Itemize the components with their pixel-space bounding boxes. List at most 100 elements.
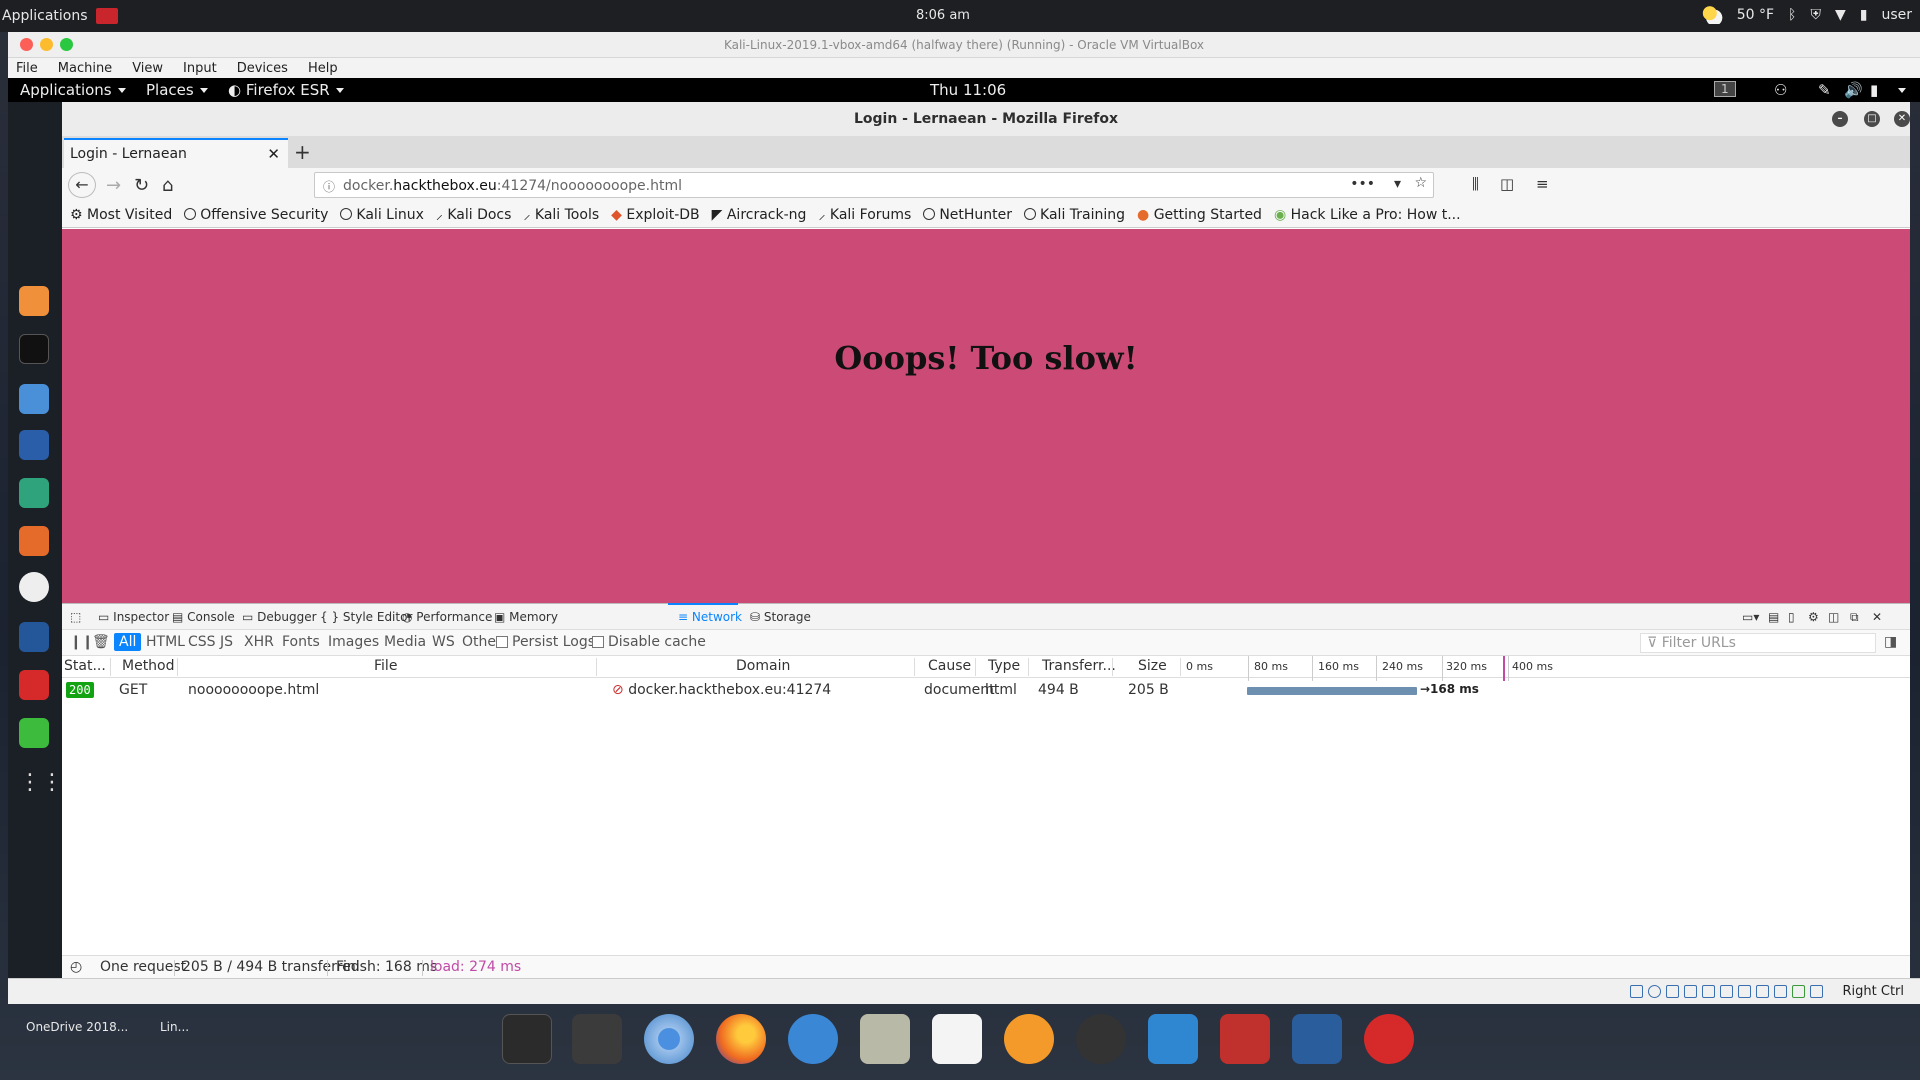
undock-icon[interactable]: ⧉ <box>1850 610 1859 625</box>
performance-analysis-icon[interactable]: ◴ <box>70 959 82 975</box>
mouse-integration-icon[interactable] <box>1792 985 1805 998</box>
dock-options-icon[interactable]: ▭▾ <box>1742 610 1759 624</box>
leafpad-launcher-icon[interactable] <box>19 718 49 748</box>
bookmark-kali-tools[interactable]: ⸝ Kali Tools <box>523 205 599 224</box>
bookmark-kali-docs[interactable]: ⸝ Kali Docs <box>436 205 512 224</box>
maximize-icon[interactable]: □ <box>1864 111 1880 127</box>
kali-places-menu[interactable]: Places <box>146 81 208 99</box>
filter-urls-input[interactable]: ⊽ Filter URLs <box>1640 633 1876 653</box>
tab-inspector[interactable]: ▭ Inspector <box>98 610 169 624</box>
filter-html[interactable]: HTML <box>146 634 185 650</box>
dock-side-icon[interactable]: ◫ <box>1828 610 1839 624</box>
armitage-launcher-icon[interactable] <box>19 478 49 508</box>
table-row[interactable]: 200 GET noooooooope.html ⊘ docker.hackth… <box>62 679 1910 701</box>
page-actions-icon[interactable]: ••• <box>1350 176 1375 192</box>
col-cause[interactable]: Cause <box>928 658 971 674</box>
tab-login-lernaean[interactable]: Login - Lernaean ✕ <box>64 138 288 168</box>
back-button[interactable]: ← <box>68 172 96 198</box>
hamburger-menu-icon[interactable]: ≡ <box>1536 175 1549 193</box>
close-devtools-icon[interactable]: ✕ <box>1872 610 1882 624</box>
archive-manager-dock-icon[interactable] <box>860 1014 910 1064</box>
minimize-icon[interactable]: – <box>1832 111 1848 127</box>
battery-icon[interactable]: ▮ <box>1870 81 1878 99</box>
col-file[interactable]: File <box>374 658 397 674</box>
tab-network[interactable]: ≡ Network <box>678 610 742 624</box>
trash-dock-icon[interactable] <box>1220 1014 1270 1064</box>
sublime-text-dock-icon[interactable] <box>572 1014 622 1064</box>
menu-input[interactable]: Input <box>183 61 217 76</box>
col-transferred[interactable]: Transferr... <box>1042 658 1116 674</box>
faraday-launcher-icon[interactable] <box>19 670 49 700</box>
bookmark-star-icon[interactable]: ☆ <box>1414 175 1427 191</box>
col-method[interactable]: Method <box>122 658 175 674</box>
bookmark-aircrack-ng[interactable]: ◤ Aircrack-ng <box>712 207 807 223</box>
col-size[interactable]: Size <box>1138 658 1167 674</box>
network-icon[interactable]: ⚇ <box>1774 81 1787 99</box>
pocket-icon[interactable]: ▾ <box>1394 176 1401 192</box>
chromium-dock-icon[interactable] <box>644 1014 694 1064</box>
library-icon[interactable]: ⫼ <box>1472 175 1479 193</box>
weather-temperature[interactable]: 50 °F <box>1737 7 1774 23</box>
desktop-item-onedrive[interactable]: OneDrive 2018... <box>26 1020 128 1034</box>
filter-ws[interactable]: WS <box>432 634 455 650</box>
tab-style-editor[interactable]: { } Style Editor <box>320 610 412 624</box>
user-menu[interactable]: user <box>1881 7 1912 23</box>
home-button[interactable]: ⌂ <box>162 175 173 196</box>
battery-icon[interactable]: ▮ <box>1860 7 1868 23</box>
maltego-launcher-icon[interactable] <box>19 572 49 602</box>
usb-icon[interactable] <box>1702 985 1715 998</box>
bookmark-kali-linux[interactable]: Kali Linux <box>340 207 424 223</box>
bookmark-kali-forums[interactable]: ⸝ Kali Forums <box>818 205 911 224</box>
firefox-dock-icon[interactable] <box>716 1014 766 1064</box>
wifi-icon[interactable]: ▼ <box>1835 7 1846 23</box>
filter-media[interactable]: Media <box>384 634 426 650</box>
files-launcher-icon[interactable] <box>19 384 49 414</box>
cpu-icon[interactable] <box>1774 985 1787 998</box>
rhythmbox-dock-icon[interactable] <box>1076 1014 1126 1064</box>
menu-file[interactable]: File <box>16 61 38 76</box>
split-console-icon[interactable]: ▤ <box>1768 610 1779 624</box>
optical-drive-icon[interactable] <box>1648 985 1661 998</box>
filter-js[interactable]: JS <box>220 634 233 650</box>
bookmark-exploit-db[interactable]: ◆ Exploit-DB <box>611 207 700 223</box>
beef-launcher-icon[interactable] <box>19 622 49 652</box>
terminal-launcher-icon[interactable] <box>19 334 49 364</box>
menu-help[interactable]: Help <box>308 61 338 76</box>
document-viewer-dock-icon[interactable] <box>932 1014 982 1064</box>
bookmark-hack-like-a-pro[interactable]: ◉ Hack Like a Pro: How t... <box>1274 207 1461 223</box>
recording-icon[interactable] <box>1756 985 1769 998</box>
system-monitor-dock-icon[interactable] <box>1292 1014 1342 1064</box>
host-applications-menu[interactable]: Applications <box>2 8 88 24</box>
kali-app-menu[interactable]: ◐ Firefox ESR <box>228 81 344 99</box>
network-adapter-icon[interactable] <box>1684 985 1697 998</box>
virtualbox-dock-icon[interactable] <box>1364 1014 1414 1064</box>
display-icon[interactable] <box>1738 985 1751 998</box>
bookmark-kali-training[interactable]: Kali Training <box>1024 207 1125 223</box>
volume-icon[interactable]: 🔊 <box>1844 81 1863 99</box>
settings-gear-icon[interactable]: ⚙ <box>1808 610 1819 624</box>
col-type[interactable]: Type <box>988 658 1020 674</box>
firefox-launcher-icon[interactable] <box>19 286 49 316</box>
element-picker-icon[interactable]: ⬚ <box>70 610 81 624</box>
show-applications-icon[interactable]: ⋮⋮ <box>19 768 63 798</box>
sidebar-icon[interactable]: ◫ <box>1500 175 1514 193</box>
filter-css[interactable]: CSS <box>188 634 216 650</box>
disable-cache-checkbox[interactable]: Disable cache <box>592 634 706 650</box>
vlc-dock-icon[interactable] <box>1004 1014 1054 1064</box>
filter-xhr[interactable]: XHR <box>244 634 274 650</box>
files-dock-icon[interactable] <box>1148 1014 1198 1064</box>
host-key-label[interactable]: Right Ctrl <box>1843 984 1905 999</box>
filter-fonts[interactable]: Fonts <box>282 634 320 650</box>
system-menu-chevron-icon[interactable] <box>1892 81 1906 99</box>
toggle-sidebar-icon[interactable]: ◨ <box>1884 634 1897 650</box>
terminal-dock-icon[interactable] <box>502 1014 552 1064</box>
responsive-design-icon[interactable]: ▯ <box>1788 610 1795 624</box>
audio-icon[interactable] <box>1666 985 1679 998</box>
reload-button[interactable]: ↻ <box>134 175 149 196</box>
new-tab-button[interactable]: + <box>294 140 311 164</box>
col-status[interactable]: Stat... <box>64 658 106 674</box>
tab-storage[interactable]: ⛁ Storage <box>750 610 811 624</box>
filter-all[interactable]: All <box>114 633 142 651</box>
keyboard-capture-icon[interactable] <box>1810 985 1823 998</box>
pause-icon[interactable]: ❙❙ <box>70 634 93 650</box>
